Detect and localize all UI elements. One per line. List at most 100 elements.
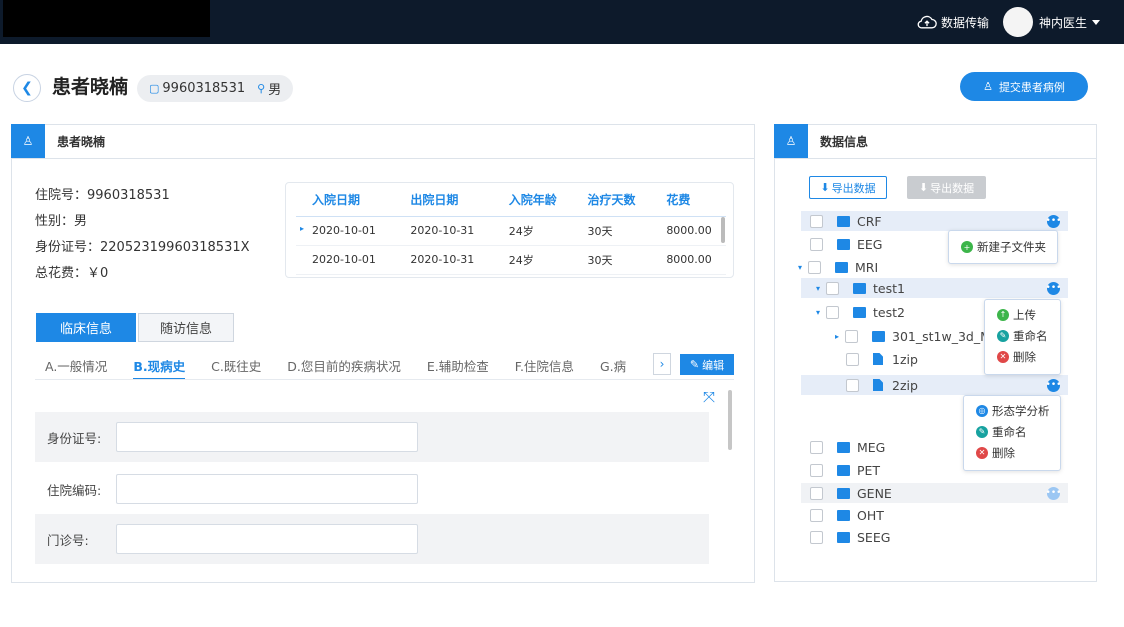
- subtab-e[interactable]: E.辅助检查: [427, 356, 489, 380]
- admission-code-input[interactable]: [116, 474, 418, 504]
- folder-icon: [837, 215, 850, 227]
- expand-icon[interactable]: ▾: [816, 284, 826, 293]
- node-label: EEG: [857, 236, 883, 252]
- table-cell: 8000.00: [650, 245, 726, 275]
- data-panel-header: ♙ 数据信息: [774, 124, 1096, 159]
- menu-label: 重命名: [1013, 328, 1048, 343]
- tree-node-seeg[interactable]: SEEG: [801, 527, 890, 547]
- tree-node-pet[interactable]: PET: [801, 460, 880, 480]
- file-icon: [873, 353, 883, 365]
- checkbox[interactable]: [810, 508, 823, 522]
- tree-node-301[interactable]: ▸ 301_st1w_3d_M: [835, 326, 985, 346]
- tree-node-eeg[interactable]: EEG: [801, 234, 882, 254]
- tree-node-meg[interactable]: MEG: [801, 437, 885, 457]
- menu-item-rename[interactable]: ✎ 重命名: [964, 421, 1060, 442]
- expand-icon[interactable]: ▾: [798, 263, 808, 272]
- tree-node-mri[interactable]: ▾ MRI: [798, 257, 878, 277]
- checkbox[interactable]: [846, 352, 859, 366]
- user-name[interactable]: 神内医生: [1039, 14, 1087, 31]
- menu-item-delete[interactable]: ✕ 删除: [964, 442, 1060, 463]
- trash-icon: ✕: [997, 350, 1009, 363]
- id-card-info: 身份证号：22052319960318531X: [35, 240, 250, 255]
- analysis-icon: ◎: [976, 404, 988, 417]
- subtab-c[interactable]: C.既往史: [211, 356, 261, 380]
- checkbox[interactable]: [810, 463, 823, 477]
- more-icon[interactable]: •••: [1046, 214, 1061, 228]
- folder-icon: [837, 238, 850, 250]
- checkbox[interactable]: [845, 329, 858, 343]
- checkbox[interactable]: [810, 486, 823, 500]
- menu-item-upload[interactable]: ↑ 上传: [985, 304, 1060, 325]
- data-transfer-link[interactable]: 数据传输: [941, 14, 989, 31]
- admission-table: 入院日期 出院日期 入院年龄 治疗天数 花费 ▸ 2020-10-01 2020-…: [285, 182, 734, 278]
- outpatient-no-input[interactable]: [116, 524, 418, 554]
- top-right: 数据传输 神内医生: [917, 0, 1100, 44]
- menu-item-morphology-analysis[interactable]: ◎ 形态学分析: [964, 400, 1060, 421]
- menu-item-delete[interactable]: ✕ 删除: [985, 346, 1060, 367]
- user-list-icon: ♙: [774, 124, 808, 158]
- menu-label: 删除: [1013, 349, 1036, 364]
- chevron-down-icon[interactable]: [1092, 19, 1100, 25]
- subtab-f[interactable]: F.住院信息: [515, 356, 574, 380]
- tree-node-oht[interactable]: OHT: [801, 505, 884, 525]
- tree-node-crf[interactable]: CRF •••: [801, 211, 1068, 231]
- export-button[interactable]: ⬇ 导出数据: [809, 176, 887, 199]
- checkbox[interactable]: [826, 305, 839, 319]
- checkbox[interactable]: [846, 378, 859, 392]
- expand-icon[interactable]: ▾: [816, 308, 826, 317]
- subtab-b[interactable]: B.现病史: [133, 356, 186, 380]
- tree-node-test2[interactable]: ▾ test2: [816, 302, 905, 322]
- edit-icon: ✎: [976, 425, 988, 438]
- gender-icon: ⚲: [257, 82, 266, 95]
- folder-icon: [837, 487, 850, 499]
- tab-clinical[interactable]: 临床信息: [36, 313, 136, 342]
- subtab-d[interactable]: D.您目前的疾病状况: [287, 356, 401, 380]
- table-cell: ▸ 2020-10-01: [296, 216, 395, 246]
- expand-icon[interactable]: ▸: [835, 332, 845, 341]
- back-button[interactable]: ❮: [13, 74, 41, 102]
- context-menu-test1: ↑ 上传 ✎ 重命名 ✕ 删除: [984, 299, 1061, 375]
- fullscreen-icon[interactable]: ⤧: [703, 388, 715, 406]
- subtab-next-button[interactable]: ›: [653, 353, 671, 375]
- checkbox[interactable]: [810, 214, 823, 228]
- table-row[interactable]: ▸ 2020-10-01 2020-10-31 24岁 30天 8000.00: [296, 216, 726, 246]
- more-icon[interactable]: •••: [1046, 378, 1061, 392]
- admission-no: 住院号：9960318531: [35, 188, 170, 203]
- subtab-g[interactable]: G.病: [600, 356, 626, 380]
- tree-node-test1[interactable]: ▾ test1 •••: [801, 278, 1068, 298]
- tree-node-2zip[interactable]: 2zip •••: [801, 375, 1068, 395]
- cloud-transfer-icon[interactable]: [917, 14, 937, 30]
- node-label: 301_st1w_3d_M: [892, 328, 985, 344]
- node-label: SEEG: [857, 529, 891, 545]
- form-row: 身份证号:: [35, 412, 709, 462]
- download-icon: ⬇: [918, 181, 929, 194]
- logo: [3, 0, 210, 37]
- id-card-input[interactable]: [116, 422, 418, 452]
- more-icon[interactable]: •••: [1046, 281, 1061, 295]
- avatar[interactable]: [1002, 7, 1033, 37]
- menu-item-rename[interactable]: ✎ 重命名: [985, 325, 1060, 346]
- checkbox[interactable]: [810, 530, 823, 544]
- tree-node-1zip[interactable]: 1zip: [846, 349, 918, 369]
- page-title: 患者晓楠: [52, 76, 129, 98]
- more-icon[interactable]: •••: [1046, 486, 1061, 500]
- node-label: 1zip: [892, 351, 918, 367]
- submit-case-button[interactable]: ♙ 提交患者病例: [960, 72, 1088, 101]
- expand-icon[interactable]: ▸: [300, 224, 304, 233]
- checkbox[interactable]: [810, 237, 823, 251]
- tab-followup[interactable]: 随访信息: [138, 313, 234, 342]
- subtab-a[interactable]: A.一般情况: [45, 356, 107, 380]
- table-row[interactable]: 2020-10-01 2020-10-31 24岁 30天 8000.00: [296, 245, 726, 275]
- table-cell: 8000.00: [650, 216, 726, 246]
- checkbox[interactable]: [808, 260, 821, 274]
- menu-item-new-subfolder[interactable]: + 新建子文件夹: [949, 231, 1057, 263]
- checkbox[interactable]: [810, 440, 823, 454]
- form-row: 住院编码:: [35, 464, 709, 514]
- edit-button[interactable]: ✎ 编辑: [680, 354, 734, 375]
- tree-node-gene[interactable]: GENE •••: [801, 483, 1068, 503]
- table-scrollbar[interactable]: [721, 217, 725, 243]
- checkbox[interactable]: [826, 281, 839, 295]
- patient-gender: 男: [268, 83, 282, 98]
- submit-label: 提交患者病例: [998, 80, 1065, 94]
- form-scrollbar[interactable]: [728, 390, 734, 556]
